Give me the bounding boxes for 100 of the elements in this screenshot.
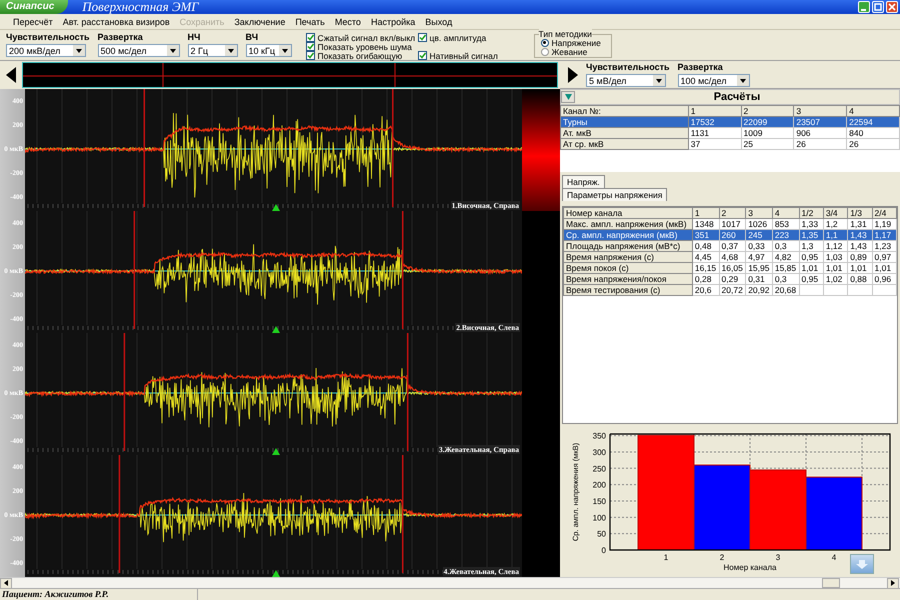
table-cell: 1,31 [848,218,872,230]
column-header: Номер канала [564,207,692,218]
field-label: НЧ [188,32,202,44]
table-cell: 1,01 [799,262,824,274]
row-header: Ср. ампл. напряжения (мкВ) [564,229,692,240]
radio-label: Напряжение [552,38,601,48]
tick-label: 2 [720,553,724,562]
table-cell: 1,01 [872,262,896,274]
table-cell: 16,05 [719,262,746,274]
table-cell: 1,23 [872,240,896,252]
panel-title: Расчёты [712,91,762,104]
column-header: 2 [741,106,794,117]
row-header: Время напряжения/покоя [564,273,692,284]
left-arrow-icon [6,67,16,83]
radio-label: Жевание [552,46,588,56]
dropdown[interactable]: 10 кГц [246,44,292,57]
menu-item[interactable]: Место [330,16,366,26]
table-cell: 1009 [741,128,794,139]
column-header: 3 [746,207,772,218]
table-cell: 0,96 [872,273,896,284]
column-header: 1/2 [799,207,824,218]
table-cell: 26 [794,138,847,150]
row-header: Площадь напряжения (мВ*с) [564,240,692,252]
menu-item[interactable]: Авт. расстановка визиров [58,16,175,26]
column-header: 1 [688,106,742,117]
check-icon [418,52,426,59]
table-cell: 0,3 [772,240,799,252]
menu-item[interactable]: Печать [290,16,330,26]
table-cell: 4,97 [746,251,772,262]
checkbox-label: Нативный сигнал [430,50,498,60]
down-arrow-icon [856,560,868,568]
checkbox-label: Показать огибающую [318,50,402,60]
checkbox[interactable] [306,42,315,51]
window-title: Поверхностная ЭМГ [82,0,200,15]
table-cell: 1,03 [823,251,848,262]
checkbox[interactable] [418,33,427,42]
menu-item[interactable]: Пересчёт [8,16,58,26]
tab[interactable]: Параметры напряжения [562,188,668,201]
column-header: 3 [794,106,847,117]
tab[interactable]: Напряж. [562,175,605,188]
scrollbar[interactable] [0,577,900,588]
table-cell: 1,2 [823,218,848,230]
checkbox-label: цв. амплитуда [430,32,486,42]
menu-item[interactable]: Настройка [366,16,420,26]
radio-button[interactable] [540,48,549,56]
right-arrow-icon [568,66,578,82]
row-header: Время тестирования (с) [564,284,692,296]
axis-title: Номер канала [724,563,776,572]
table-cell: 1,33 [799,218,824,230]
dropdown[interactable]: 200 мкВ/дел [6,44,86,57]
table-cell: 0,33 [746,240,772,252]
menu-item[interactable]: Заключение [229,16,290,26]
table-cell: 1,01 [848,262,872,274]
table-cell: 25 [741,138,794,150]
minimize-button[interactable] [858,1,870,13]
column-header: 4 [846,106,900,117]
caret-icon [228,48,234,52]
table-cell: 1,12 [823,240,848,252]
tick-label: 250 [592,464,606,474]
app-badge: Синапсис [0,0,68,14]
dropdown[interactable]: 500 мс/дел [98,44,180,57]
menu-item[interactable]: Выход [420,16,458,26]
column-header: 1 [692,207,720,218]
caret-icon [76,48,82,52]
table-cell: 15,95 [746,262,772,274]
maximize-button[interactable] [872,1,884,13]
tick-label: 50 [597,530,606,539]
tick-label: 4 [832,553,836,562]
dropdown[interactable]: 100 мс/дел [678,74,750,87]
table-cell: 15,85 [772,262,799,274]
tick-label: 350 [592,432,606,441]
dropdown[interactable]: 5 мВ/дел [586,74,666,87]
caret-icon [282,48,288,52]
field-label: Развертка [678,62,724,74]
field-label: Развертка [98,32,144,44]
collapse-button[interactable] [561,91,575,104]
table-cell: 0,3 [772,273,799,284]
table-cell: 853 [772,218,799,230]
tick-label: 3 [776,553,780,562]
table-cell: 0,31 [746,273,772,284]
table-cell: 1,01 [823,262,848,274]
dropdown[interactable]: 2 Гц [188,44,238,57]
checkbox[interactable] [306,33,315,42]
right-arrow-icon [891,580,895,586]
table-cell: 0,97 [872,251,896,262]
close-button[interactable] [886,1,898,13]
table-cell: 1,19 [872,218,896,230]
table-cell: 0,29 [719,273,746,284]
table-cell: 26 [846,138,900,150]
checkbox[interactable] [306,51,315,60]
scroll-thumb[interactable] [822,578,840,588]
checkbox-label: Сжатый сигнал вкл/выкл [318,32,416,42]
down-arrow-icon [564,94,572,100]
close-icon [888,3,896,11]
table-cell: 906 [794,128,847,139]
table-cell: 16,15 [692,262,720,274]
table-cell: 20,72 [719,284,746,296]
field-label: Чувствительность [6,32,90,44]
table-cell: 20,6 [692,284,720,296]
checkbox[interactable] [418,51,427,60]
